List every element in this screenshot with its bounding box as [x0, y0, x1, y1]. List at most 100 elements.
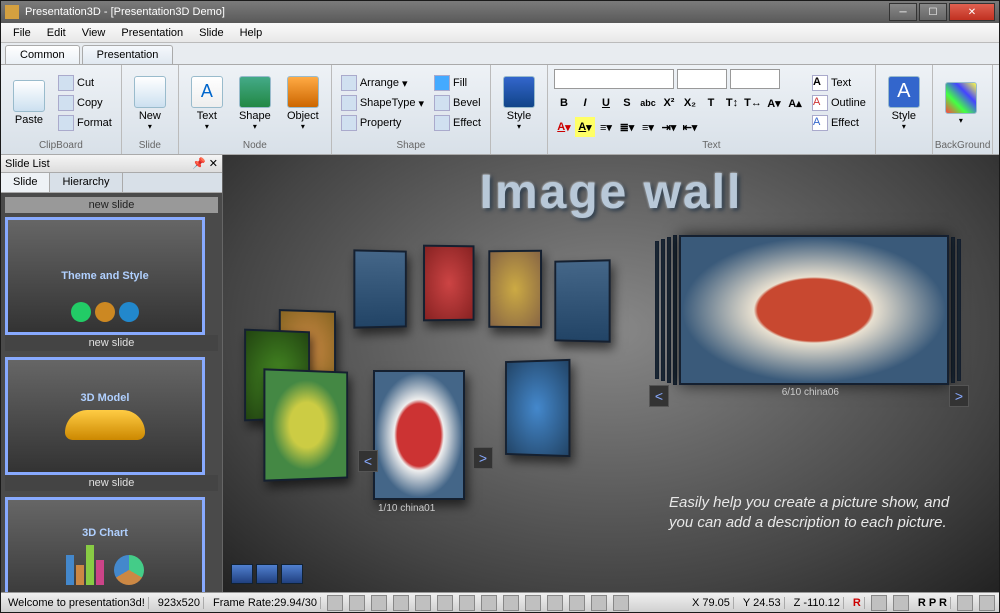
- cut-button[interactable]: Cut: [55, 74, 115, 92]
- slide-thumb-1[interactable]: Theme and Style new slide: [5, 217, 218, 351]
- nav-prev-small[interactable]: <: [358, 450, 378, 472]
- slide-list-title: Slide List: [5, 158, 50, 170]
- font-weight-select[interactable]: [730, 69, 780, 89]
- property-button[interactable]: Property: [338, 114, 427, 132]
- copy-button[interactable]: Copy: [55, 94, 115, 112]
- spacing-button[interactable]: T↕: [722, 93, 742, 113]
- image-thumb[interactable]: [423, 245, 474, 322]
- image-thumb-active[interactable]: [373, 370, 465, 500]
- background-button[interactable]: ▾: [939, 80, 983, 127]
- tool-btn[interactable]: [547, 595, 563, 611]
- bold-button[interactable]: B: [554, 93, 574, 113]
- tool-btn[interactable]: [979, 595, 995, 611]
- clear-button[interactable]: abc: [638, 93, 658, 113]
- font-family-select[interactable]: [554, 69, 674, 89]
- tool-btn[interactable]: [415, 595, 431, 611]
- style2-button[interactable]: AStyle▾: [882, 74, 926, 133]
- text-tool-button[interactable]: AText: [809, 74, 869, 92]
- tool-btn[interactable]: [437, 595, 453, 611]
- grow-button[interactable]: A▴: [785, 93, 805, 113]
- tool-btn[interactable]: [613, 595, 629, 611]
- nav-next-large[interactable]: >: [949, 385, 969, 407]
- tool-btn[interactable]: [371, 595, 387, 611]
- tab-hierarchy[interactable]: Hierarchy: [50, 173, 122, 192]
- image-thumb[interactable]: [554, 259, 610, 342]
- tool-btn[interactable]: [591, 595, 607, 611]
- image-thumb[interactable]: [488, 250, 542, 329]
- image-large[interactable]: [679, 235, 949, 385]
- menu-bar: File Edit View Presentation Slide Help: [1, 23, 999, 43]
- playback-controls: [231, 564, 303, 584]
- pin-button[interactable]: 📌: [192, 158, 206, 170]
- slide-thumb-2[interactable]: 3D Model new slide: [5, 357, 218, 491]
- nav-next-small[interactable]: >: [473, 447, 493, 469]
- object-button[interactable]: Object▾: [281, 74, 325, 133]
- text-button[interactable]: AText▾: [185, 74, 229, 133]
- paste-button[interactable]: Paste: [7, 78, 51, 128]
- tool-btn[interactable]: [327, 595, 343, 611]
- stop-button[interactable]: [281, 564, 303, 584]
- menu-presentation[interactable]: Presentation: [113, 25, 191, 41]
- outdent-button[interactable]: ⇤▾: [680, 117, 700, 137]
- menu-view[interactable]: View: [74, 25, 114, 41]
- align-button[interactable]: ≡▾: [638, 117, 658, 137]
- numbering-button[interactable]: ≣▾: [617, 117, 637, 137]
- close-button[interactable]: ✕: [949, 3, 995, 21]
- maximize-button[interactable]: ☐: [919, 3, 947, 21]
- strike-button[interactable]: S: [617, 93, 637, 113]
- status-r[interactable]: R: [850, 597, 865, 609]
- super-button[interactable]: X²: [659, 93, 679, 113]
- color-button[interactable]: A▾: [554, 117, 574, 137]
- shapetype-button[interactable]: ShapeType ▾: [338, 94, 427, 112]
- close-panel-button[interactable]: ✕: [209, 158, 218, 170]
- canvas[interactable]: Image wall 6/10 china06 < > < >: [223, 155, 999, 592]
- style-button[interactable]: Style▾: [497, 74, 541, 133]
- highlight-button[interactable]: A▾: [575, 117, 595, 137]
- kerning-button[interactable]: T↔: [743, 93, 763, 113]
- tab-slide[interactable]: Slide: [1, 173, 50, 192]
- tool-btn[interactable]: [503, 595, 519, 611]
- text-effect-button[interactable]: AEffect: [809, 114, 869, 132]
- nav-prev-large[interactable]: <: [649, 385, 669, 407]
- bevel-button[interactable]: Bevel: [431, 94, 484, 112]
- fill-icon: [434, 75, 450, 91]
- image-thumb[interactable]: [505, 359, 570, 457]
- minimize-button[interactable]: ─: [889, 3, 917, 21]
- font-size-select[interactable]: [677, 69, 727, 89]
- indent-button[interactable]: ⇥▾: [659, 117, 679, 137]
- tool-btn[interactable]: [569, 595, 585, 611]
- sub-button[interactable]: X₂: [680, 93, 700, 113]
- arrange-button[interactable]: Arrange ▾: [338, 74, 427, 92]
- image-thumb[interactable]: [263, 368, 348, 481]
- tool-btn[interactable]: [871, 595, 887, 611]
- tool-btn[interactable]: [957, 595, 973, 611]
- case-button[interactable]: T: [701, 93, 721, 113]
- tool-btn[interactable]: [393, 595, 409, 611]
- tool-btn[interactable]: [349, 595, 365, 611]
- effect-button[interactable]: Effect: [431, 114, 484, 132]
- menu-slide[interactable]: Slide: [191, 25, 231, 41]
- menu-edit[interactable]: Edit: [39, 25, 74, 41]
- slide-list[interactable]: new slide Theme and Style new slide 3D M…: [1, 193, 222, 592]
- tool-btn[interactable]: [481, 595, 497, 611]
- next-button[interactable]: [256, 564, 278, 584]
- italic-button[interactable]: I: [575, 93, 595, 113]
- tab-presentation[interactable]: Presentation: [82, 45, 174, 64]
- fill-button[interactable]: Fill: [431, 74, 484, 92]
- menu-help[interactable]: Help: [232, 25, 271, 41]
- play-button[interactable]: [231, 564, 253, 584]
- slide-thumb-3[interactable]: 3D Chart new slide: [5, 497, 218, 592]
- menu-file[interactable]: File: [5, 25, 39, 41]
- tool-btn[interactable]: [525, 595, 541, 611]
- new-slide-button[interactable]: New▾: [128, 74, 172, 133]
- tool-btn[interactable]: [459, 595, 475, 611]
- shape-button[interactable]: Shape▾: [233, 74, 277, 133]
- tab-common[interactable]: Common: [5, 45, 80, 64]
- format-button[interactable]: Format: [55, 114, 115, 132]
- shrink-button[interactable]: A▾: [764, 93, 784, 113]
- image-thumb[interactable]: [353, 249, 406, 328]
- tool-btn[interactable]: [893, 595, 909, 611]
- underline-button[interactable]: U: [596, 93, 616, 113]
- bullets-button[interactable]: ≡▾: [596, 117, 616, 137]
- outline-button[interactable]: AOutline: [809, 94, 869, 112]
